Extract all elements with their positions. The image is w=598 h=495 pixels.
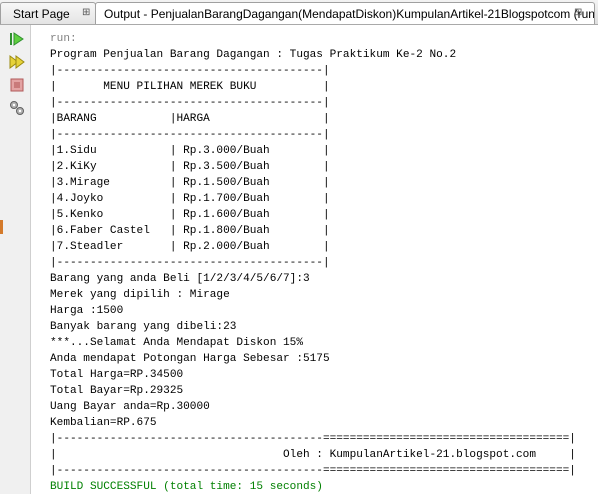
console-line: Program Penjualan Barang Dagangan : Tuga… (50, 49, 457, 61)
console-line: | MENU PILIHAN MEREK BUKU | (50, 81, 330, 93)
console-line: |4.Joyko | Rp.1.700/Buah | (50, 193, 330, 205)
console-line: |6.Faber Castel | Rp.1.800/Buah | (50, 225, 330, 237)
console-line: Merek yang dipilih : Mirage (50, 289, 230, 301)
console-line: |2.KiKy | Rp.3.500/Buah | (50, 161, 330, 173)
console-line: | Oleh : KumpulanArtikel-21.blogspot.com… (50, 449, 576, 461)
stop-icon[interactable] (8, 76, 26, 94)
console-line: |5.Kenko | Rp.1.600/Buah | (50, 209, 330, 221)
console-line: Barang yang anda Beli [1/2/3/4/5/6/7]:3 (50, 273, 310, 285)
output-toolbar (0, 25, 31, 494)
run-label: run: (50, 33, 77, 45)
console-line: Banyak barang yang dibeli:23 (50, 321, 237, 333)
console-line: |---------------------------------------… (50, 465, 576, 477)
settings-icon[interactable] (8, 99, 26, 117)
console-line: Total Harga=RP.34500 (50, 369, 184, 381)
rerun-with-params-icon[interactable] (8, 53, 26, 71)
build-status: BUILD SUCCESSFUL (total time: 15 seconds… (50, 481, 323, 493)
close-icon[interactable]: ⊞ (82, 7, 90, 18)
console-line: |---------------------------------------… (50, 129, 330, 141)
tab-bar: Start Page ⊞ Output - PenjualanBarangDag… (0, 0, 598, 25)
console-line: |7.Steadler | Rp.2.000/Buah | (50, 241, 330, 253)
close-icon[interactable]: ⊞ (574, 7, 582, 18)
console-line: Anda mendapat Potongan Harga Sebesar :51… (50, 353, 330, 365)
console-line: Kembalian=RP.675 (50, 417, 157, 429)
console-line: |---------------------------------------… (50, 433, 576, 445)
console-line: |1.Sidu | Rp.3.000/Buah | (50, 145, 330, 157)
console-line: |---------------------------------------… (50, 65, 330, 77)
console-line: |3.Mirage | Rp.1.500/Buah | (50, 177, 330, 189)
console-line: |---------------------------------------… (50, 257, 330, 269)
console-line: Harga :1500 (50, 305, 124, 317)
rerun-icon[interactable] (8, 30, 26, 48)
tab-start-page-label: Start Page (13, 6, 70, 21)
console-line: |---------------------------------------… (50, 97, 330, 109)
edge-marker (0, 220, 3, 234)
tab-start-page[interactable]: Start Page ⊞ (0, 2, 96, 24)
console-line: Uang Bayar anda=Rp.30000 (50, 401, 210, 413)
tab-output[interactable]: Output - PenjualanBarangDagangan(Mendapa… (95, 2, 595, 24)
tab-output-label: Output - PenjualanBarangDagangan(Mendapa… (104, 6, 595, 21)
console-line: Total Bayar=Rp.29325 (50, 385, 184, 397)
console-line: ***...Selamat Anda Mendapat Diskon 15% (50, 337, 303, 349)
output-console[interactable]: run: Program Penjualan Barang Dagangan :… (50, 31, 576, 495)
console-line: |BARANG |HARGA | (50, 113, 330, 125)
